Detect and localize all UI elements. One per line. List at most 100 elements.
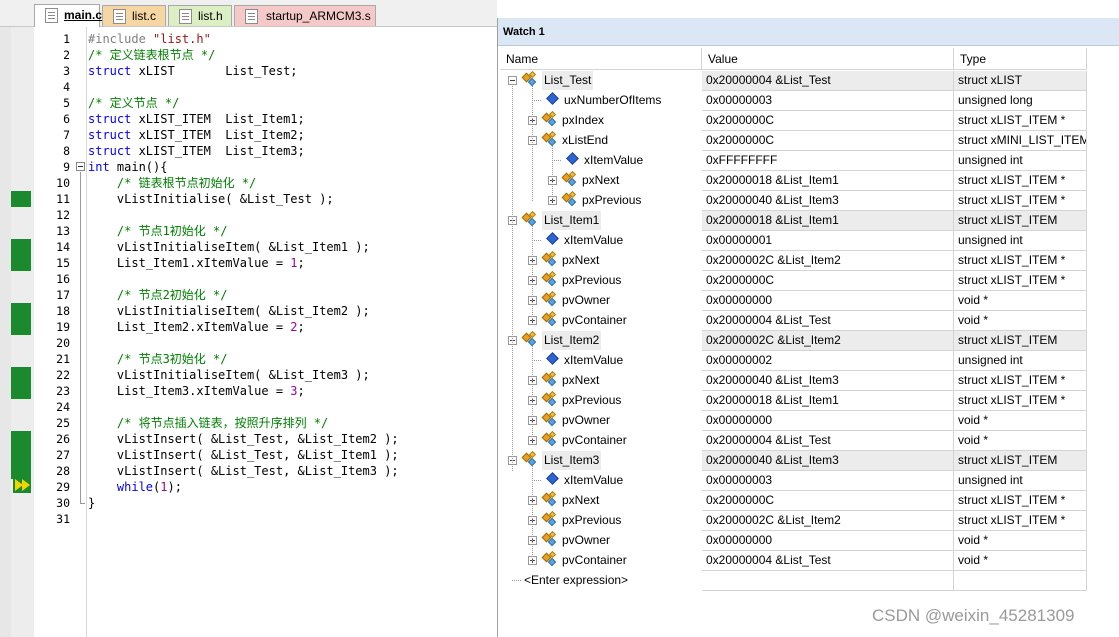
code-line[interactable]: /* 定义节点 */ bbox=[88, 95, 179, 111]
watch-value-cell[interactable]: 0xFFFFFFFF bbox=[702, 151, 954, 171]
code-line[interactable]: struct xLIST_ITEM List_Item1; bbox=[88, 111, 305, 127]
watch-value-cell[interactable]: 0x20000018 &List_Item1 bbox=[702, 171, 954, 191]
watch-value-cell[interactable]: 0x20000018 &List_Item1 bbox=[702, 391, 954, 411]
watch-value-cell[interactable]: 0x2000002C &List_Item2 bbox=[702, 331, 954, 351]
struct-member-icon bbox=[521, 71, 538, 88]
struct-member-icon bbox=[541, 131, 558, 148]
code-line[interactable]: vListInsert( &List_Test, &List_Item2 ); bbox=[88, 431, 399, 447]
watch-value-cell[interactable]: 0x00000002 bbox=[702, 351, 954, 371]
line-number: 21 bbox=[56, 352, 70, 366]
column-header-value[interactable]: Value bbox=[702, 48, 954, 70]
watch-row[interactable]: pvOwner 0x00000000 void * bbox=[498, 411, 1119, 431]
code-line[interactable]: List_Item1.xItemValue = 1; bbox=[88, 255, 305, 271]
executed-line-marker bbox=[11, 367, 31, 383]
watch-value-cell[interactable]: 0x2000000C bbox=[702, 111, 954, 131]
column-header-name[interactable]: Name bbox=[500, 48, 702, 70]
code-line[interactable]: struct xLIST List_Test; bbox=[88, 63, 298, 79]
code-line[interactable]: int main(){ bbox=[88, 159, 167, 175]
watch-type-cell bbox=[954, 571, 1087, 591]
watch-row[interactable]: pvContainer 0x20000004 &List_Test void * bbox=[498, 551, 1119, 571]
code-line[interactable]: vListInitialiseItem( &List_Item3 ); bbox=[88, 367, 370, 383]
code-line[interactable]: /* 定义链表根节点 */ bbox=[88, 47, 215, 63]
watch-row[interactable]: pvContainer 0x20000004 &List_Test void * bbox=[498, 431, 1119, 451]
watch-value-cell[interactable]: 0x20000040 &List_Item3 bbox=[702, 191, 954, 211]
code-line[interactable]: /* 链表根节点初始化 */ bbox=[88, 175, 256, 191]
collapse-minus-icon[interactable] bbox=[508, 76, 517, 85]
code-line[interactable]: while(1); bbox=[88, 479, 182, 495]
watch-value-cell[interactable]: 0x2000002C &List_Item2 bbox=[702, 251, 954, 271]
watch-value-cell[interactable]: 0x00000000 bbox=[702, 291, 954, 311]
watch-row[interactable]: pvOwner 0x00000000 void * bbox=[498, 531, 1119, 551]
code-line[interactable]: vListInitialiseItem( &List_Item2 ); bbox=[88, 303, 370, 319]
struct-member-icon bbox=[541, 411, 558, 428]
watch-row[interactable]: pxNext 0x2000000C struct xLIST_ITEM * bbox=[498, 491, 1119, 511]
watch-value-cell[interactable]: 0x00000001 bbox=[702, 231, 954, 251]
code-line[interactable]: /* 将节点插入链表，按照升序排列 */ bbox=[88, 415, 328, 431]
watch-row[interactable]: pxPrevious 0x20000040 &List_Item3 struct x… bbox=[498, 191, 1119, 211]
watch-value-cell[interactable]: 0x00000000 bbox=[702, 411, 954, 431]
struct-member-icon bbox=[541, 491, 558, 508]
watch-value-cell[interactable]: 0x20000004 &List_Test bbox=[702, 431, 954, 451]
watch-value-cell[interactable]: 0x00000003 bbox=[702, 91, 954, 111]
watch-row[interactable]: xItemValue 0x00000003 unsigned int bbox=[498, 471, 1119, 491]
watch-value-cell[interactable]: 0x00000000 bbox=[702, 531, 954, 551]
watch-row[interactable]: List_Item2 0x2000002C &List_Item2 struct x… bbox=[498, 331, 1119, 351]
watch-type-cell: struct xLIST_ITEM * bbox=[954, 371, 1087, 391]
watch-row[interactable]: pvContainer 0x20000004 &List_Test void * bbox=[498, 311, 1119, 331]
watch-row[interactable]: pxPrevious 0x2000002C &List_Item2 struct x… bbox=[498, 511, 1119, 531]
watch-row[interactable]: xListEnd 0x2000000C struct xMINI_LIST_ITEM bbox=[498, 131, 1119, 151]
watch-value-cell[interactable]: 0x20000004 &List_Test bbox=[702, 71, 954, 91]
tab-list-c[interactable]: list.c bbox=[102, 5, 166, 26]
column-header-type[interactable]: Type bbox=[954, 48, 1087, 70]
watch-row[interactable]: pxIndex 0x2000000C struct xLIST_ITEM * bbox=[498, 111, 1119, 131]
watch-row[interactable]: pxPrevious 0x2000000C struct xLIST_ITEM * bbox=[498, 271, 1119, 291]
watch-row[interactable]: xItemValue 0x00000002 unsigned int bbox=[498, 351, 1119, 371]
watch-row[interactable]: pxPrevious 0x20000018 &List_Item1 struct x… bbox=[498, 391, 1119, 411]
watch-name-cell: List_Item1 bbox=[498, 211, 702, 231]
watch-value-cell[interactable]: 0x2000002C &List_Item2 bbox=[702, 511, 954, 531]
code-line[interactable]: struct xLIST_ITEM List_Item3; bbox=[88, 143, 305, 159]
watch-row[interactable]: pxNext 0x20000018 &List_Item1 struct xLIST… bbox=[498, 171, 1119, 191]
h-file-icon bbox=[179, 9, 192, 24]
code-line[interactable]: vListInitialise( &List_Test ); bbox=[88, 191, 334, 207]
code-editor[interactable]: 1 #include "list.h" 2 /* 定义链表根节点 */ 3 struct … bbox=[0, 27, 497, 637]
code-line[interactable]: vListInsert( &List_Test, &List_Item3 ); bbox=[88, 463, 399, 479]
watch-value-cell[interactable]: 0x20000040 &List_Item3 bbox=[702, 371, 954, 391]
fold-toggle-icon[interactable] bbox=[76, 162, 85, 171]
code-line[interactable]: List_Item2.xItemValue = 2; bbox=[88, 319, 305, 335]
watch-row[interactable]: pxNext 0x2000002C &List_Item2 struct xLIST… bbox=[498, 251, 1119, 271]
watch-row[interactable]: List_Item1 0x20000018 &List_Item1 struct x… bbox=[498, 211, 1119, 231]
code-line[interactable]: struct xLIST_ITEM List_Item2; bbox=[88, 127, 305, 143]
code-line[interactable]: } bbox=[88, 495, 95, 511]
tab-list-h[interactable]: list.h bbox=[168, 5, 232, 26]
line-number: 26 bbox=[56, 432, 70, 446]
code-line[interactable]: #include "list.h" bbox=[88, 31, 211, 47]
code-line[interactable]: vListInsert( &List_Test, &List_Item1 ); bbox=[88, 447, 399, 463]
watch-row[interactable]: xItemValue 0xFFFFFFFF unsigned int bbox=[498, 151, 1119, 171]
watch-value-cell[interactable]: 0x20000004 &List_Test bbox=[702, 311, 954, 331]
enter-expression-row[interactable]: <Enter expression> bbox=[498, 571, 1119, 591]
tab-startup-armcm3-s[interactable]: startup_ARMCM3.s bbox=[234, 5, 376, 26]
watch-row[interactable]: uxNumberOfItems 0x00000003 unsigned long bbox=[498, 91, 1119, 111]
code-line[interactable]: /* 节点2初始化 */ bbox=[88, 287, 228, 303]
watch-value-cell[interactable]: 0x20000004 &List_Test bbox=[702, 551, 954, 571]
struct-member-icon bbox=[541, 511, 558, 528]
watch-row[interactable]: pvOwner 0x00000000 void * bbox=[498, 291, 1119, 311]
tab-main-c[interactable]: main.c bbox=[34, 4, 102, 27]
watch-value-cell[interactable]: 0x00000003 bbox=[702, 471, 954, 491]
watch-value-cell[interactable]: 0x20000018 &List_Item1 bbox=[702, 211, 954, 231]
code-line[interactable]: /* 节点3初始化 */ bbox=[88, 351, 228, 367]
enter-expression-cell[interactable]: <Enter expression> bbox=[498, 571, 702, 591]
watch-row[interactable]: List_Item3 0x20000040 &List_Item3 struct x… bbox=[498, 451, 1119, 471]
enter-expression-label[interactable]: <Enter expression> bbox=[524, 571, 628, 590]
watch-value-cell[interactable]: 0x2000000C bbox=[702, 491, 954, 511]
watch-value-cell[interactable]: 0x2000000C bbox=[702, 131, 954, 151]
watch-value-cell[interactable]: 0x20000040 &List_Item3 bbox=[702, 451, 954, 471]
code-line[interactable]: List_Item3.xItemValue = 3; bbox=[88, 383, 305, 399]
watch-row[interactable]: pxNext 0x20000040 &List_Item3 struct xLIST… bbox=[498, 371, 1119, 391]
code-line[interactable]: /* 节点1初始化 */ bbox=[88, 223, 228, 239]
code-line[interactable]: vListInitialiseItem( &List_Item1 ); bbox=[88, 239, 370, 255]
watch-row[interactable]: xItemValue 0x00000001 unsigned int bbox=[498, 231, 1119, 251]
watch-value-cell[interactable]: 0x2000000C bbox=[702, 271, 954, 291]
watch-row[interactable]: List_Test 0x20000004 &List_Test struct xLI… bbox=[498, 71, 1119, 91]
